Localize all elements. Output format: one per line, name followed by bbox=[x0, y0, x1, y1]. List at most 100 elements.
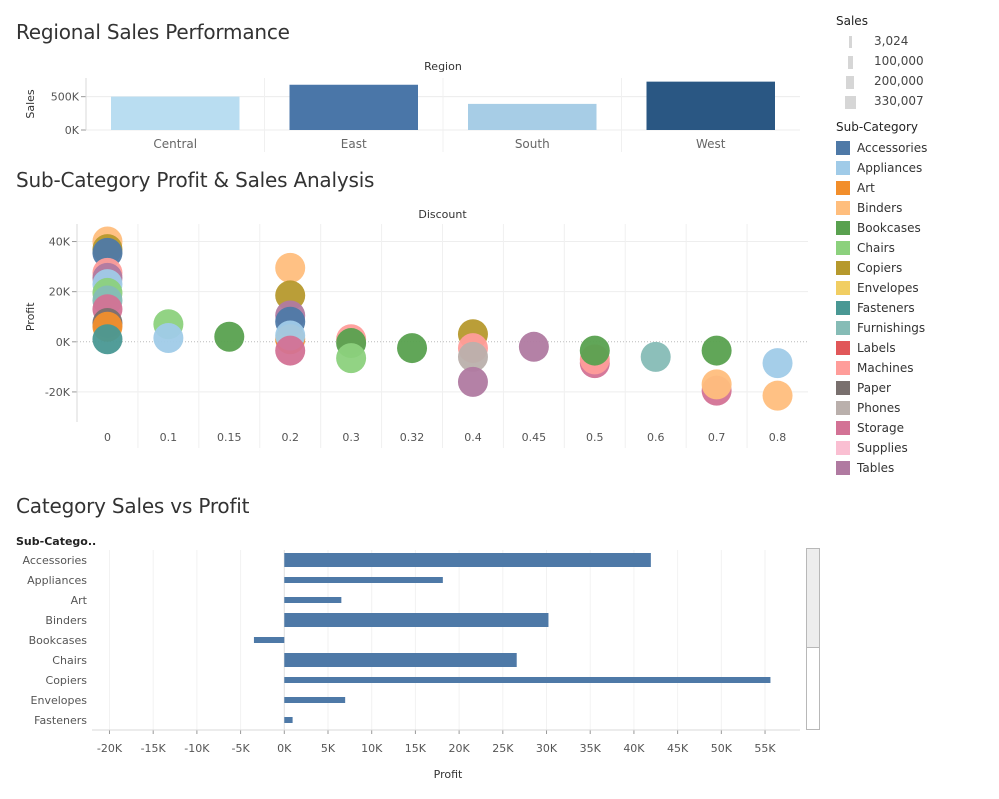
legend-swatch bbox=[836, 321, 850, 335]
x-category-label: 0 bbox=[104, 431, 111, 444]
legend-swatch bbox=[836, 401, 850, 415]
scrollbar-thumb[interactable] bbox=[807, 549, 819, 648]
y-axis-label: Sales bbox=[24, 89, 37, 119]
color-legend-item[interactable]: Envelopes bbox=[836, 278, 996, 298]
legend-swatch bbox=[836, 281, 850, 295]
row-label: Bookcases bbox=[29, 634, 88, 647]
scatter-point-bookcases bbox=[397, 333, 428, 364]
profit-bar-accessories bbox=[284, 553, 651, 567]
color-legend-item[interactable]: Phones bbox=[836, 398, 996, 418]
x-tick-label: 45K bbox=[667, 742, 689, 755]
legend-label: Fasteners bbox=[857, 301, 915, 315]
row-header: Sub-Catego.. bbox=[16, 535, 96, 548]
color-legend-item[interactable]: Fasteners bbox=[836, 298, 996, 318]
color-legend-item[interactable]: Paper bbox=[836, 378, 996, 398]
region-chart-title: Regional Sales Performance bbox=[16, 20, 290, 44]
size-legend-item: 3,024 bbox=[836, 32, 996, 52]
legend-label: Chairs bbox=[857, 241, 895, 255]
color-legend-item[interactable]: Binders bbox=[836, 198, 996, 218]
scatter-point-binders bbox=[275, 252, 306, 283]
x-category-label: South bbox=[515, 137, 550, 151]
legend-swatch bbox=[836, 461, 850, 475]
color-legend: Accessories Appliances Art Binders Bookcases… bbox=[836, 138, 996, 478]
legend-swatch bbox=[836, 161, 850, 175]
color-legend-item[interactable]: Storage bbox=[836, 418, 996, 438]
column-header: Region bbox=[424, 60, 462, 73]
x-tick-label: 25K bbox=[492, 742, 514, 755]
x-category-label: West bbox=[696, 137, 726, 151]
color-legend-item[interactable]: Machines bbox=[836, 358, 996, 378]
scatter-point-furnishings bbox=[640, 341, 671, 372]
color-legend-item[interactable]: Accessories bbox=[836, 138, 996, 158]
profit-chart-scrollbar[interactable] bbox=[806, 548, 820, 730]
subcategory-scatter-chart: Discount Profit -20K 0K 20K 40K 0 0.1 0.15 0.2 0.3… bbox=[24, 208, 808, 448]
color-legend-item[interactable]: Art bbox=[836, 178, 996, 198]
size-legend-label: 200,000 bbox=[874, 74, 924, 88]
x-tick-label: 40K bbox=[623, 742, 645, 755]
bar-south bbox=[468, 103, 597, 130]
x-category-label: 0.2 bbox=[281, 431, 299, 444]
x-tick-label: 55K bbox=[754, 742, 776, 755]
x-category-label: 0.32 bbox=[400, 431, 425, 444]
profit-bar-art bbox=[284, 597, 342, 603]
size-legend-title: Sales bbox=[836, 14, 868, 28]
color-legend-item[interactable]: Tables bbox=[836, 458, 996, 478]
row-label: Envelopes bbox=[31, 694, 88, 707]
scatter-point-appliances bbox=[153, 323, 184, 354]
scatter-point-binders bbox=[701, 369, 732, 400]
row-label: Fasteners bbox=[34, 714, 87, 727]
row-label: Accessories bbox=[23, 554, 88, 567]
x-category-label: 0.5 bbox=[586, 431, 604, 444]
x-tick-label: 50K bbox=[711, 742, 733, 755]
color-legend-item[interactable]: Bookcases bbox=[836, 218, 996, 238]
scatter-point-storage bbox=[275, 335, 306, 366]
legend-label: Furnishings bbox=[857, 321, 926, 335]
size-legend-mark bbox=[847, 55, 853, 69]
legend-swatch bbox=[836, 261, 850, 275]
color-legend-item[interactable]: Supplies bbox=[836, 438, 996, 458]
size-legend-mark bbox=[844, 95, 856, 109]
legend-swatch bbox=[836, 241, 850, 255]
legend-label: Art bbox=[857, 181, 875, 195]
legend-label: Labels bbox=[857, 341, 896, 355]
profit-bar-copiers bbox=[284, 677, 771, 683]
subcategory-chart-title: Sub-Category Profit & Sales Analysis bbox=[16, 168, 375, 192]
legend-label: Binders bbox=[857, 201, 903, 215]
color-legend-item[interactable]: Copiers bbox=[836, 258, 996, 278]
size-legend-label: 3,024 bbox=[874, 34, 909, 48]
legend-swatch bbox=[836, 301, 850, 315]
size-legend-mark bbox=[848, 36, 852, 48]
x-axis-label: Profit bbox=[434, 768, 463, 781]
color-legend-item[interactable]: Furnishings bbox=[836, 318, 996, 338]
color-legend-title: Sub-Category bbox=[836, 120, 918, 134]
size-legend-item: 200,000 bbox=[836, 72, 996, 92]
x-category-label: 0.6 bbox=[647, 431, 665, 444]
color-legend-item[interactable]: Chairs bbox=[836, 238, 996, 258]
color-legend-item[interactable]: Labels bbox=[836, 338, 996, 358]
x-tick-label: 10K bbox=[361, 742, 383, 755]
legend-swatch bbox=[836, 341, 850, 355]
size-legend-label: 100,000 bbox=[874, 54, 924, 68]
size-legend-item: 330,007 bbox=[836, 92, 996, 112]
legend-label: Copiers bbox=[857, 261, 903, 275]
profit-bar-appliances bbox=[284, 577, 443, 583]
x-category-label: 0.45 bbox=[522, 431, 547, 444]
x-tick-label: -10K bbox=[184, 742, 210, 755]
bar-central bbox=[111, 96, 240, 130]
x-category-label: 0.4 bbox=[464, 431, 482, 444]
x-tick-label: -20K bbox=[97, 742, 123, 755]
legend-label: Paper bbox=[857, 381, 891, 395]
scatter-point-binders bbox=[762, 380, 793, 411]
legend-label: Envelopes bbox=[857, 281, 919, 295]
scatter-point-fasteners bbox=[92, 324, 123, 355]
category-chart-title: Category Sales vs Profit bbox=[16, 494, 250, 518]
x-tick-label: -15K bbox=[141, 742, 167, 755]
legend-swatch bbox=[836, 421, 850, 435]
x-category-label: 0.3 bbox=[342, 431, 360, 444]
row-label: Binders bbox=[45, 614, 87, 627]
row-label: Appliances bbox=[27, 574, 87, 587]
size-legend-label: 330,007 bbox=[874, 94, 924, 108]
y-tick-label: 20K bbox=[49, 286, 71, 299]
x-category-label: 0.8 bbox=[769, 431, 787, 444]
color-legend-item[interactable]: Appliances bbox=[836, 158, 996, 178]
